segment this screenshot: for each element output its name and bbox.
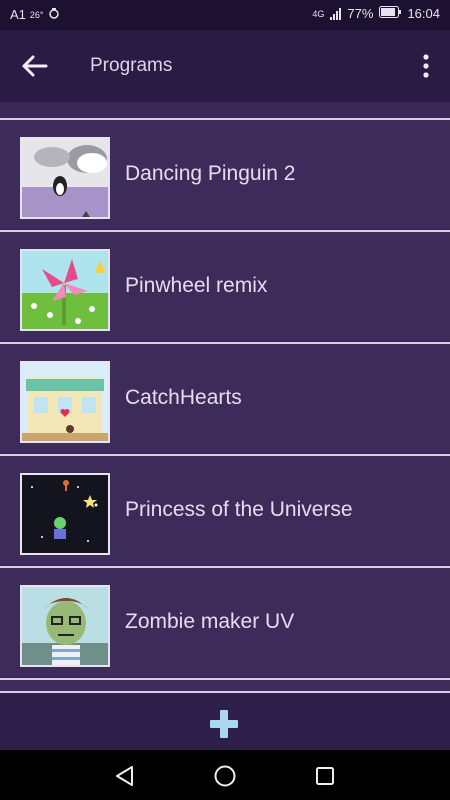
program-row[interactable]: Dancing Pinguin 2	[0, 118, 450, 228]
program-thumbnail	[20, 585, 110, 667]
nav-back-button[interactable]	[112, 763, 138, 789]
notification-icon	[48, 7, 60, 22]
program-thumbnail	[20, 361, 110, 443]
program-list[interactable]: Dancing Pinguin 2 Pinwheel remix CatchHe…	[0, 102, 450, 691]
status-bar: A1 26° 4G 77% 16:04	[0, 0, 450, 30]
carrier-label: A1	[10, 7, 26, 22]
plus-icon	[207, 710, 241, 745]
nav-recents-button[interactable]	[312, 763, 338, 789]
bottom-bar	[0, 691, 450, 750]
triangle-back-icon	[112, 766, 138, 793]
page-title: Programs	[90, 55, 173, 76]
program-row[interactable]	[0, 678, 450, 691]
system-nav-bar	[0, 750, 450, 800]
arrow-left-icon	[18, 55, 52, 84]
circle-home-icon	[212, 765, 238, 793]
clock: 16:04	[407, 6, 440, 21]
program-name: Dancing Pinguin 2	[125, 162, 296, 185]
more-vertical-icon	[418, 54, 434, 84]
program-row[interactable]: Pinwheel remix	[0, 230, 450, 340]
program-name: Zombie maker UV	[125, 610, 295, 633]
nav-home-button[interactable]	[212, 763, 238, 789]
status-left: A1 26°	[10, 7, 60, 22]
program-thumbnail	[20, 249, 110, 331]
app-bar: Programs	[0, 30, 450, 102]
battery-percent: 77%	[347, 6, 374, 21]
program-thumbnail	[20, 137, 110, 219]
program-name: Princess of the Universe	[125, 498, 353, 521]
add-program-button[interactable]	[207, 707, 241, 741]
square-recents-icon	[312, 767, 338, 793]
program-row[interactable]: Zombie maker UV	[0, 566, 450, 676]
program-name: CatchHearts	[125, 386, 242, 409]
signal-icon	[330, 7, 342, 20]
overflow-menu-button[interactable]	[418, 52, 434, 80]
program-name: Pinwheel remix	[125, 274, 268, 297]
temperature-label: 26°	[29, 9, 44, 20]
battery-icon	[379, 6, 402, 21]
program-row[interactable]: CatchHearts	[0, 342, 450, 452]
program-row[interactable]: Princess of the Universe	[0, 454, 450, 564]
network-type-label: 4G	[312, 8, 325, 19]
program-thumbnail	[20, 473, 110, 555]
status-right: 4G 77% 16:04	[312, 6, 440, 21]
back-button[interactable]	[18, 52, 52, 80]
